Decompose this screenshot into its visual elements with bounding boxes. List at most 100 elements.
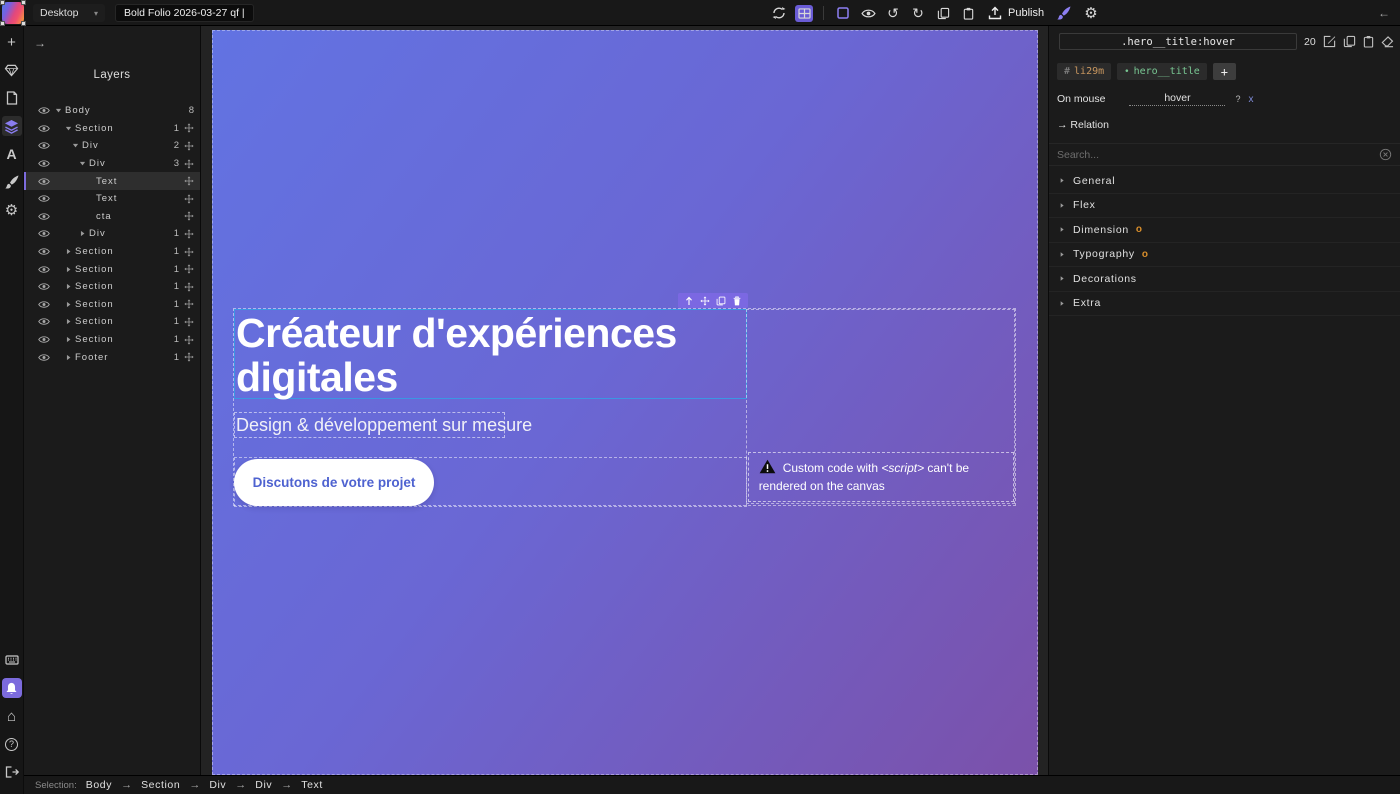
breadcrumb-div[interactable]: Div xyxy=(209,779,226,791)
project-title-field[interactable]: Bold Folio 2026-03-27 qf | xyxy=(115,4,254,22)
hero-title-selected-box[interactable]: Créateur d'expériences digitales xyxy=(234,309,747,399)
section-decorations[interactable]: Decorations xyxy=(1049,267,1400,292)
app-logo[interactable] xyxy=(2,2,24,24)
caret-down-icon[interactable] xyxy=(64,125,73,132)
layer-row-body[interactable]: Body 8 xyxy=(24,102,200,120)
cta-container[interactable]: Discutons de votre projet xyxy=(234,457,747,507)
style-brush-icon[interactable] xyxy=(1055,5,1073,22)
eye-icon[interactable] xyxy=(38,194,50,203)
move-handle-icon[interactable] xyxy=(184,159,194,169)
id-tag-chip[interactable]: # li29m xyxy=(1057,63,1111,80)
move-handle-icon[interactable] xyxy=(184,335,194,345)
duplicate-component-icon[interactable] xyxy=(716,296,726,306)
eye-icon[interactable] xyxy=(38,282,50,291)
copy-icon[interactable] xyxy=(934,5,952,22)
state-select[interactable]: hover xyxy=(1129,92,1225,106)
eye-icon[interactable] xyxy=(38,177,50,186)
search-clear-icon[interactable] xyxy=(1379,148,1392,161)
search-input[interactable]: Search... xyxy=(1057,149,1099,161)
layer-row-section[interactable]: Section 1 xyxy=(24,278,200,296)
layer-row-section[interactable]: Section 1 xyxy=(24,331,200,349)
add-block-button[interactable]: + xyxy=(2,32,22,52)
assets-gem-icon[interactable] xyxy=(2,60,22,80)
class-tag-chip[interactable]: • hero__title xyxy=(1117,63,1207,80)
layer-row-footer[interactable]: Footer 1 xyxy=(24,348,200,366)
custom-code-warning[interactable]: Custom code with <script> can't be rende… xyxy=(748,452,1014,502)
caret-right-icon[interactable] xyxy=(64,283,73,290)
eye-icon[interactable] xyxy=(38,335,50,344)
layer-row-section[interactable]: Section 1 xyxy=(24,313,200,331)
eye-icon[interactable] xyxy=(38,212,50,221)
keyboard-shortcuts-icon[interactable] xyxy=(2,650,22,670)
delete-component-icon[interactable] xyxy=(733,296,741,306)
logout-icon[interactable] xyxy=(2,762,22,782)
breadcrumb-section[interactable]: Section xyxy=(141,779,180,791)
eye-icon[interactable] xyxy=(38,317,50,326)
move-handle-icon[interactable] xyxy=(184,299,194,309)
caret-right-icon[interactable] xyxy=(64,248,73,255)
move-handle-icon[interactable] xyxy=(184,317,194,327)
eye-icon[interactable] xyxy=(38,141,50,150)
layer-row-div[interactable]: Div 3 xyxy=(24,155,200,173)
caret-right-icon[interactable] xyxy=(64,318,73,325)
layer-row-text[interactable]: Text xyxy=(24,190,200,208)
paste-icon[interactable] xyxy=(959,5,977,22)
refresh-icon[interactable] xyxy=(770,5,788,22)
breadcrumb-body[interactable]: Body xyxy=(86,779,112,791)
settings-gear-icon[interactable]: ⚙ xyxy=(1082,5,1100,22)
relation-link[interactable]: → Relation xyxy=(1049,106,1400,143)
caret-right-icon[interactable] xyxy=(64,266,73,273)
caret-right-icon[interactable] xyxy=(64,336,73,343)
caret-right-icon[interactable] xyxy=(64,354,73,361)
caret-right-icon[interactable] xyxy=(64,301,73,308)
publish-button[interactable]: Publish xyxy=(988,6,1044,20)
move-handle-icon[interactable] xyxy=(184,123,194,133)
layer-row-div[interactable]: Div 2 xyxy=(24,137,200,155)
select-parent-icon[interactable] xyxy=(685,296,693,306)
section-flex[interactable]: Flex xyxy=(1049,194,1400,219)
eye-icon[interactable] xyxy=(38,353,50,362)
caret-down-icon[interactable] xyxy=(78,160,87,167)
eraser-icon[interactable] xyxy=(1381,36,1394,48)
move-handle-icon[interactable] xyxy=(184,211,194,221)
caret-down-icon[interactable] xyxy=(71,142,80,149)
layer-row-cta[interactable]: cta xyxy=(24,208,200,226)
state-clear-icon[interactable]: x xyxy=(1248,94,1253,105)
hero-subtitle-box[interactable]: Design & développement sur mesure xyxy=(234,412,505,438)
undo-icon[interactable]: ↺ xyxy=(884,5,902,22)
borders-toggle-icon[interactable] xyxy=(834,5,852,22)
caret-down-icon[interactable] xyxy=(54,107,63,114)
move-handle-icon[interactable] xyxy=(184,141,194,151)
move-handle-icon[interactable] xyxy=(184,247,194,257)
move-handle-icon[interactable] xyxy=(184,194,194,204)
hero-title-text[interactable]: Créateur d'expériences digitales xyxy=(235,310,746,399)
canvas-frame[interactable]: Créateur d'expériences digitales Design … xyxy=(212,30,1038,775)
move-handle-icon[interactable] xyxy=(184,282,194,292)
section-typography[interactable]: Typography o xyxy=(1049,243,1400,268)
layer-row-section[interactable]: Section 1 xyxy=(24,243,200,261)
collapse-panel-arrow-icon[interactable]: → xyxy=(34,36,46,50)
move-component-icon[interactable] xyxy=(700,296,710,306)
move-handle-icon[interactable] xyxy=(184,176,194,186)
selector-input[interactable]: .hero__title:hover xyxy=(1059,33,1297,50)
section-dimension[interactable]: Dimension o xyxy=(1049,218,1400,243)
layer-row-section[interactable]: Section 1 xyxy=(24,260,200,278)
settings-gears-icon[interactable]: ⚙ xyxy=(2,200,22,220)
hero-subtitle-text[interactable]: Design & développement sur mesure xyxy=(235,415,532,436)
hero-left-column[interactable]: Créateur d'expériences digitales Design … xyxy=(234,309,746,505)
layer-row-text-selected[interactable]: Text xyxy=(24,172,200,190)
eye-icon[interactable] xyxy=(38,265,50,274)
caret-right-icon[interactable] xyxy=(78,230,87,237)
breadcrumb-text[interactable]: Text xyxy=(301,779,323,791)
move-handle-icon[interactable] xyxy=(184,264,194,274)
copy-styles-icon[interactable] xyxy=(1343,35,1356,48)
help-icon[interactable]: ? xyxy=(2,734,22,754)
breadcrumb-div[interactable]: Div xyxy=(255,779,272,791)
layer-row-section[interactable]: Section 1 xyxy=(24,296,200,314)
device-selector[interactable]: Desktop ▾ xyxy=(33,4,105,22)
text-tool-icon[interactable]: A xyxy=(2,144,22,164)
layers-panel-icon[interactable] xyxy=(2,116,22,136)
eye-icon[interactable] xyxy=(38,300,50,309)
section-general[interactable]: General xyxy=(1049,169,1400,194)
section-extra[interactable]: Extra xyxy=(1049,292,1400,317)
